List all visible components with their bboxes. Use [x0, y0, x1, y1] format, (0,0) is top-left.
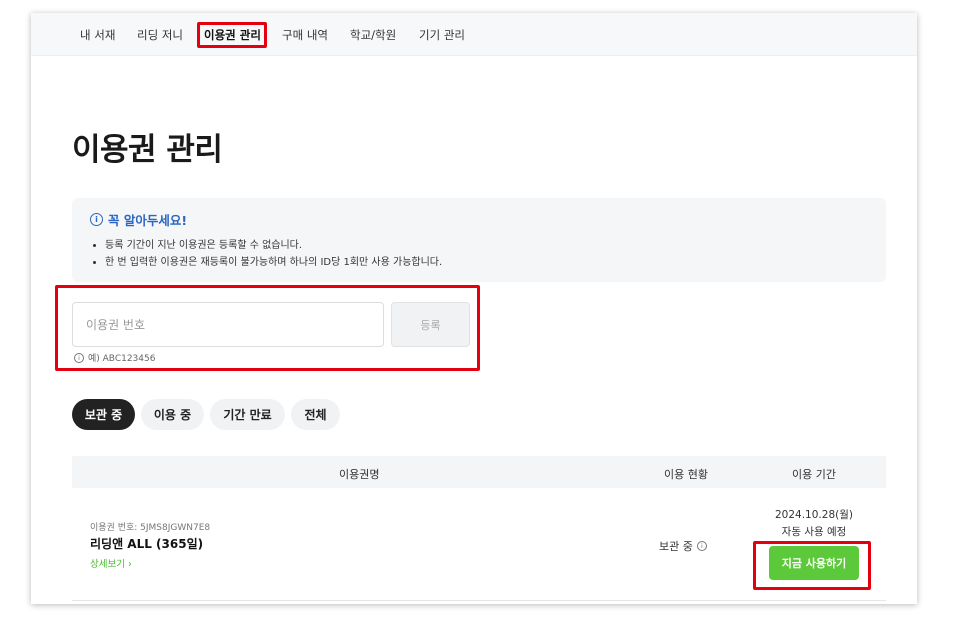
voucher-name: 리딩앤 ALL (365일) — [90, 537, 204, 551]
nav-item-device-management[interactable]: 기기 관리 — [419, 27, 465, 43]
app-window: 내 서재 리딩 저니 이용권 관리 구매 내역 학교/학원 기기 관리 이용권 … — [31, 13, 917, 604]
page-title: 이용권 관리 — [72, 131, 223, 168]
nav-item-purchase-history[interactable]: 구매 내역 — [282, 27, 328, 43]
detail-link[interactable]: 상세보기 › — [90, 556, 132, 570]
voucher-serial: 이용권 번호: 5JMS8JGWN7E8 — [90, 523, 211, 533]
info-circle-icon[interactable]: i — [696, 541, 707, 551]
filter-chip-stored[interactable]: 보관 중 — [72, 399, 135, 430]
top-navigation: 내 서재 리딩 저니 이용권 관리 구매 내역 학교/학원 기기 관리 — [31, 13, 917, 56]
column-header-voucher-name: 이용권명 — [339, 468, 380, 481]
usage-status: 보관 중 i — [659, 538, 707, 554]
bullet-icon — [93, 243, 96, 247]
nav-item-reading-journey[interactable]: 리딩 저니 — [137, 27, 183, 43]
column-header-usage-period: 이용 기간 — [792, 468, 836, 481]
usage-date: 2024.10.28(월) — [775, 509, 853, 521]
notice-line: 한 번 입력한 이용권은 재등록이 불가능하며 하나의 ID당 1회만 사용 가… — [93, 253, 442, 268]
nav-item-school-academy[interactable]: 학교/학원 — [350, 27, 396, 43]
nav-item-library[interactable]: 내 서재 — [80, 27, 115, 43]
notice-title-text: 꼭 알아두세요! — [108, 213, 188, 228]
filter-chip-all[interactable]: 전체 — [291, 399, 340, 430]
column-header-usage-status: 이용 현황 — [664, 468, 708, 481]
filter-chip-expired[interactable]: 기간 만료 — [210, 399, 285, 430]
divider — [72, 600, 886, 601]
notice-line: 등록 기간이 지난 이용권은 등록할 수 없습니다. — [93, 236, 302, 251]
filter-chip-in-use[interactable]: 이용 중 — [141, 399, 204, 430]
auto-use-note: 자동 사용 예정 — [781, 526, 847, 538]
highlight-box-register — [55, 285, 480, 371]
highlight-box-nav — [197, 22, 267, 48]
bullet-icon — [93, 260, 96, 264]
info-circle-icon: i — [90, 213, 103, 226]
notice-title: i 꼭 알아두세요! — [90, 210, 187, 229]
table-header: 이용권명 이용 현황 이용 기간 — [72, 456, 886, 488]
usage-status-text: 보관 중 — [659, 540, 693, 553]
highlight-box-use-now — [753, 541, 871, 590]
